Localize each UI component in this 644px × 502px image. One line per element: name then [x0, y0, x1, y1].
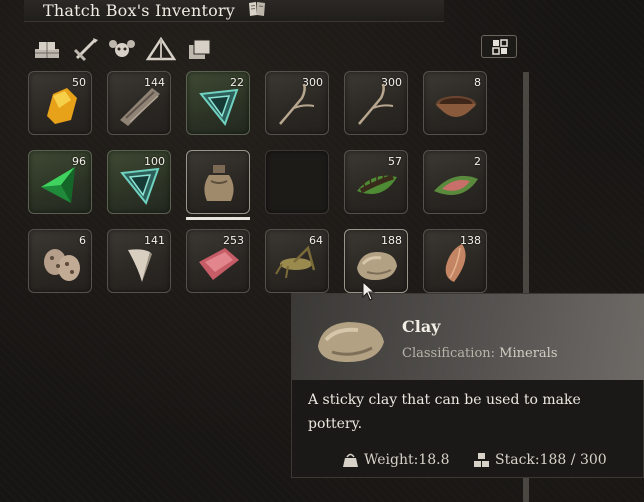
inventory-slot-amber[interactable]: 50 [28, 71, 92, 135]
teal-crystal-icon [120, 167, 160, 206]
inventory-slot-branch-2[interactable]: 300 [344, 71, 408, 135]
wooden-bowl-icon [436, 96, 476, 117]
bark-icon [120, 88, 160, 126]
centipede-icon [357, 172, 397, 194]
raw-meat-leaf-icon [434, 175, 478, 195]
weight-label: Weight:18.8 [364, 452, 450, 468]
classification-label: Classification: [402, 346, 496, 361]
stack-label: Stack:188 / 300 [495, 452, 607, 468]
book-icon [249, 2, 265, 16]
tooltip-item-name: Clay [402, 317, 441, 336]
misc-icon[interactable] [185, 36, 215, 62]
classification-value: Minerals [499, 346, 558, 361]
branch-icon [279, 83, 315, 125]
tooth-icon [128, 249, 152, 282]
window-title: Thatch Box's Inventory [43, 1, 235, 20]
tooltip-stack: Stack:188 / 300 [474, 452, 607, 468]
item-tooltip: Clay Classification: Minerals A sticky c… [291, 293, 644, 478]
inventory-slot-tooth[interactable]: 141 [107, 229, 171, 293]
inventory-slot-teal-crystal[interactable]: 22 [186, 71, 250, 135]
tooltip-classification: Classification: Minerals [402, 346, 558, 361]
weapons-icon[interactable] [71, 36, 101, 62]
clay-jar-icon [204, 165, 234, 201]
speckled-egg-icon [44, 249, 80, 281]
grasshopper-icon [275, 245, 316, 279]
weight-icon [343, 453, 358, 467]
stack-icon [474, 453, 489, 467]
resources-icon[interactable] [32, 36, 62, 62]
clay-icon [357, 252, 397, 280]
tooltip-weight: Weight:18.8 [343, 452, 450, 468]
creatures-icon[interactable] [107, 36, 137, 62]
selected-slot-indicator [186, 217, 250, 220]
clay-icon [318, 322, 384, 362]
inventory-slot-empty[interactable] [265, 150, 329, 214]
inventory-slot-wooden-bowl[interactable]: 8 [423, 71, 487, 135]
inventory-slot-teal-crystal-2[interactable]: 100 [107, 150, 171, 214]
layout-toggle-button[interactable] [481, 35, 517, 58]
structures-icon[interactable] [146, 36, 176, 62]
tooltip-description: A sticky clay that can be used to make p… [308, 392, 581, 432]
inventory-slot-centipede[interactable]: 57 [344, 150, 408, 214]
inventory-slot-grasshopper[interactable]: 64 [265, 229, 329, 293]
inventory-slot-clay[interactable]: 188 [344, 229, 408, 293]
grid-layout-icon [492, 39, 508, 55]
feather-stone-icon [445, 244, 466, 282]
inventory-slot-branch[interactable]: 300 [265, 71, 329, 135]
inventory-slot-clay-jar[interactable] [186, 150, 250, 214]
inventory-slot-raw-meat[interactable]: 253 [186, 229, 250, 293]
teal-crystal-icon [199, 88, 239, 127]
inventory-slot-bark[interactable]: 144 [107, 71, 171, 135]
amber-icon [47, 88, 77, 124]
green-crystal-icon [41, 167, 75, 203]
inventory-slot-raw-meat-leaf[interactable]: 2 [423, 150, 487, 214]
branch-icon [358, 83, 394, 125]
inventory-slot-feather-stone[interactable]: 138 [423, 229, 487, 293]
inventory-slot-speckled-egg[interactable]: 6 [28, 229, 92, 293]
raw-meat-icon [199, 248, 239, 280]
inventory-slot-green-crystal[interactable]: 96 [28, 150, 92, 214]
mouse-cursor-icon [362, 281, 376, 301]
